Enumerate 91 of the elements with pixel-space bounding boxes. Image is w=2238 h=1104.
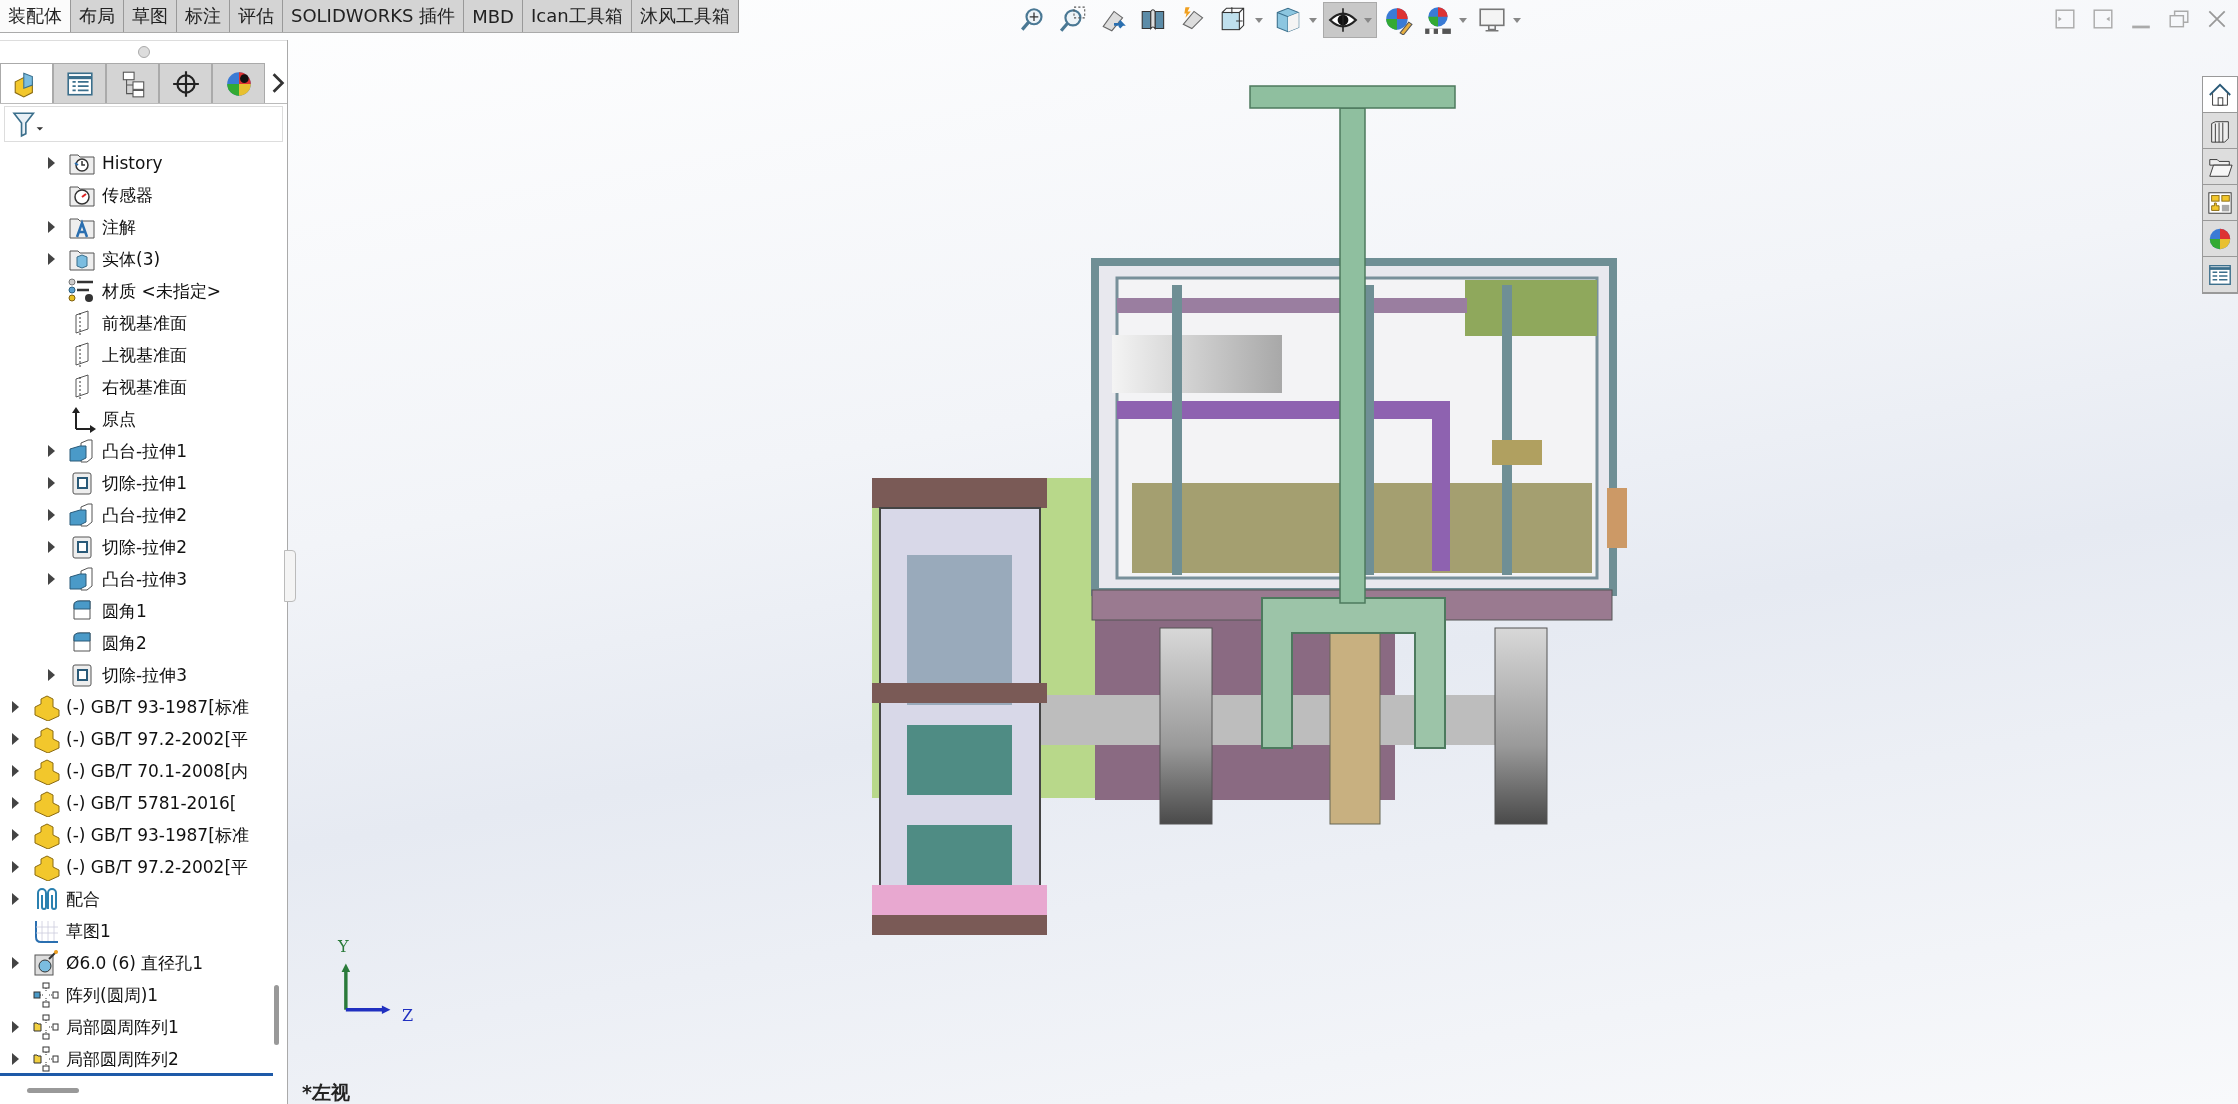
tree-item[interactable]: (-) GB/T 97.2-2002[平: [66, 727, 249, 751]
tree-item[interactable]: 草图1: [66, 919, 111, 943]
eye-icon: [1328, 5, 1358, 35]
panel-grip-handle[interactable]: [137, 46, 150, 58]
eye-button[interactable]: [1323, 2, 1377, 38]
tree-item[interactable]: (-) GB/T 93-1987[标准: [66, 695, 249, 719]
dropdown-caret-icon[interactable]: [1255, 17, 1263, 23]
expand-arrow-icon[interactable]: [48, 669, 55, 681]
part-blocks-icon: [32, 821, 60, 849]
tree-item[interactable]: 切除-拉伸3: [102, 663, 187, 687]
panel-tab[interactable]: [159, 63, 212, 103]
tree-item[interactable]: (-) GB/T 97.2-2002[平: [66, 855, 249, 879]
tree-item[interactable]: 阵列(圆周)1: [66, 983, 159, 1007]
circular-pattern-icon: [32, 981, 60, 1009]
tree-item[interactable]: 局部圆周阵列2: [66, 1047, 179, 1071]
tree-item[interactable]: 右视基准面: [102, 375, 187, 399]
panel-tab[interactable]: [53, 63, 106, 103]
extrude-boss-icon: [68, 501, 96, 529]
dropdown-caret-icon[interactable]: [1513, 17, 1521, 23]
tree-item[interactable]: 传感器: [102, 183, 153, 207]
tree-item[interactable]: 材质 <未指定>: [102, 279, 221, 303]
panel-collapse-handle[interactable]: [284, 550, 296, 602]
scene-ball-icon: [1423, 5, 1453, 35]
material-icon: [68, 277, 96, 305]
expand-arrow-icon[interactable]: [12, 797, 19, 809]
tree-item[interactable]: 圆角2: [102, 631, 147, 655]
tree-item[interactable]: History: [102, 153, 163, 173]
expand-arrow-icon[interactable]: [12, 1021, 19, 1033]
expand-arrow-icon[interactable]: [48, 253, 55, 265]
extrude-boss-icon: [68, 565, 96, 593]
command-tab[interactable]: 装配体: [0, 0, 71, 32]
tree-item[interactable]: 前视基准面: [102, 311, 187, 335]
z-axis-label: Z: [402, 1006, 414, 1025]
y-axis-label: Y: [338, 937, 349, 956]
local-pattern-icon: [32, 1045, 60, 1073]
part-blocks-icon: [32, 757, 60, 785]
panel-tab[interactable]: [106, 63, 159, 103]
expand-arrow-icon[interactable]: [48, 221, 55, 233]
hole-wizard-icon: [32, 949, 60, 977]
tree-item[interactable]: 切除-拉伸2: [102, 535, 187, 559]
expand-arrow-icon[interactable]: [12, 1053, 19, 1065]
expand-arrow-icon[interactable]: [12, 829, 19, 841]
expand-arrow-icon[interactable]: [48, 541, 55, 553]
tree-item[interactable]: 凸台-拉伸3: [102, 567, 187, 591]
expand-arrow-icon[interactable]: [12, 733, 19, 745]
tree-item[interactable]: 实体(3): [102, 247, 161, 271]
close-icon[interactable]: [2206, 8, 2228, 30]
tree-item[interactable]: (-) GB/T 70.1-2008[内: [66, 759, 249, 783]
scrollbar-thumb[interactable]: [274, 985, 279, 1045]
extrude-boss-icon: [68, 437, 96, 465]
tree-item[interactable]: 原点: [102, 407, 136, 431]
tree-item[interactable]: 凸台-拉伸1: [102, 439, 187, 463]
expand-arrow-icon[interactable]: [12, 701, 19, 713]
expand-arrow-icon[interactable]: [48, 573, 55, 585]
monitor-icon: [1477, 5, 1507, 35]
crosshair-icon: [170, 68, 201, 99]
expand-arrow-icon[interactable]: [12, 765, 19, 777]
tree-item[interactable]: 上视基准面: [102, 343, 187, 367]
expand-arrow-icon[interactable]: [48, 157, 55, 169]
color-ball-pencil-icon: [1383, 5, 1413, 35]
home-tab[interactable]: [2203, 77, 2237, 113]
expand-arrow-icon[interactable]: [12, 861, 19, 873]
tree-item[interactable]: 注解: [102, 215, 136, 239]
filter-icon: [11, 110, 45, 138]
scrollbar-thumb[interactable]: [27, 1087, 79, 1093]
tree-item[interactable]: 切除-拉伸1: [102, 471, 187, 495]
dropdown-caret-icon[interactable]: [1309, 17, 1317, 23]
part-blocks-icon: [32, 693, 60, 721]
local-pattern-icon: [32, 1013, 60, 1041]
tree-item[interactable]: (-) GB/T 5781-2016[: [66, 793, 237, 813]
part-blocks-icon: [32, 853, 60, 881]
tree-item[interactable]: 圆角1: [102, 599, 147, 623]
expand-arrow-icon[interactable]: [12, 893, 19, 905]
graphics-area[interactable]: Y Z *左视: [294, 40, 2238, 1104]
tree-item[interactable]: (-) GB/T 93-1987[标准: [66, 823, 249, 847]
chevron-right-icon[interactable]: [271, 72, 285, 94]
part-blocks-icon: [32, 725, 60, 753]
tree-item[interactable]: 凸台-拉伸2: [102, 503, 187, 527]
panel-tab[interactable]: [212, 63, 265, 103]
dropdown-caret-icon[interactable]: [1459, 17, 1467, 23]
home-icon: [2207, 81, 2233, 108]
tree-item[interactable]: Ø6.0 (6) 直径孔1: [66, 951, 204, 975]
view-palette-icon: [2207, 189, 2233, 216]
tree-item[interactable]: 局部圆周阵列1: [66, 1015, 179, 1039]
view-name-label: *左视: [302, 1080, 350, 1104]
expand-arrow-icon[interactable]: [48, 477, 55, 489]
expand-arrow-icon[interactable]: [48, 445, 55, 457]
tree-item[interactable]: 配合: [66, 887, 100, 911]
expand-arrow-icon[interactable]: [48, 509, 55, 521]
part-blocks-icon: [32, 789, 60, 817]
expand-arrow-icon[interactable]: [12, 957, 19, 969]
